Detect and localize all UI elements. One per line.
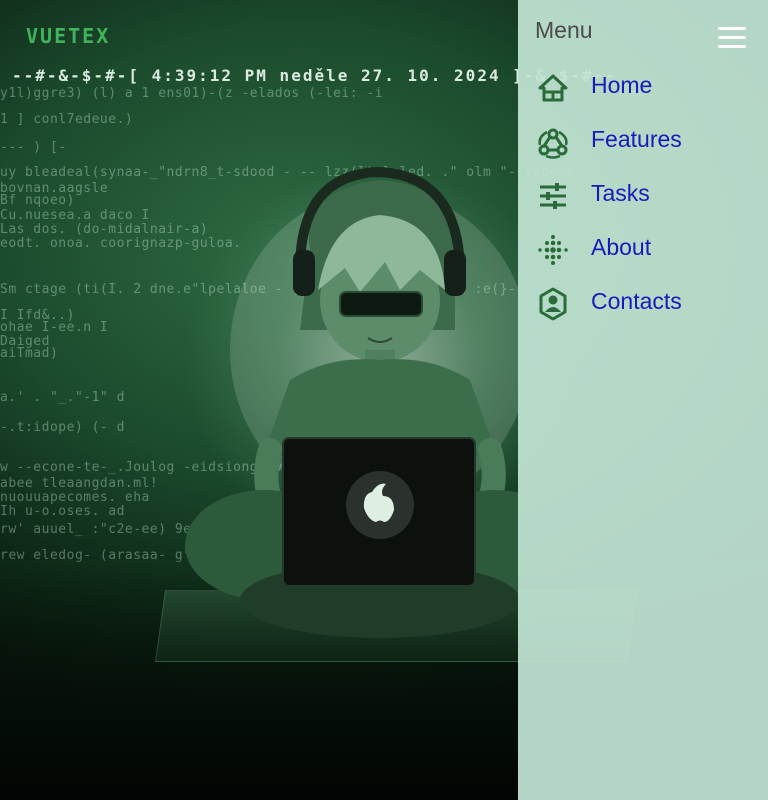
- nav-item-tasks[interactable]: Tasks: [518, 168, 768, 222]
- tune-sliders-icon: [540, 183, 566, 209]
- hamburger-menu-icon[interactable]: [718, 27, 746, 49]
- nav-item-label: Features: [591, 126, 682, 152]
- home-icon: [538, 74, 568, 102]
- nav-item-home[interactable]: Home: [518, 60, 768, 114]
- nav-item-label: About: [591, 234, 652, 260]
- contacts-icon: [539, 287, 567, 321]
- nav-item-contacts[interactable]: Contacts: [518, 276, 768, 330]
- nav-item-label: Contacts: [591, 288, 682, 314]
- navigation-drawer: Menu Home Features Tasks About Contacts: [518, 0, 768, 800]
- nav-item-about[interactable]: About: [518, 222, 768, 276]
- nav-item-features[interactable]: Features: [518, 114, 768, 168]
- drawer-title: Menu: [535, 17, 593, 43]
- nav-item-label: Home: [591, 72, 653, 98]
- site-logo[interactable]: VUETEX: [26, 24, 110, 48]
- nav-menu: Home Features Tasks About Contacts: [518, 60, 768, 330]
- dot-grid-icon: [538, 235, 568, 265]
- nav-item-label: Tasks: [591, 180, 650, 206]
- webhook-icon: [538, 128, 568, 159]
- hacker-illustration: [185, 166, 518, 638]
